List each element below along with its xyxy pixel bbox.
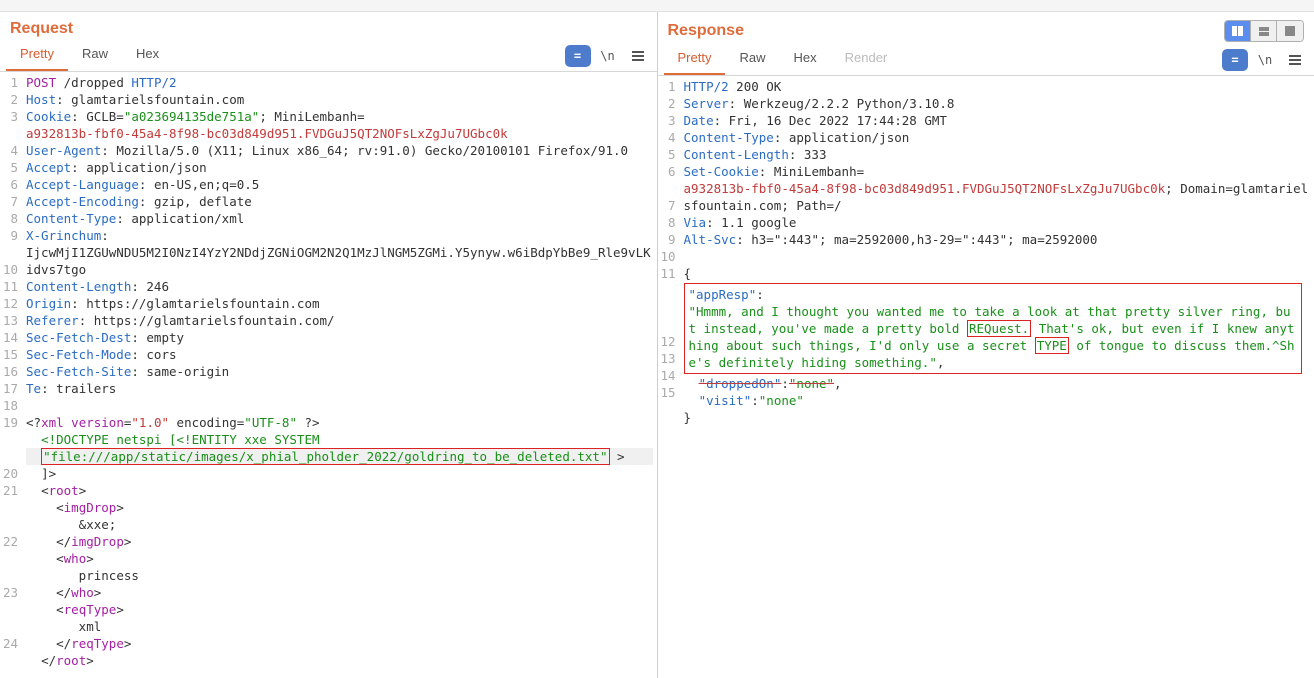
tab-pretty[interactable]: Pretty [6, 40, 68, 71]
hamburger-icon[interactable] [625, 45, 651, 67]
request-title: Request [10, 20, 73, 38]
newline-icon[interactable]: \n [595, 45, 621, 67]
response-pane: Response Pretty Raw Hex Render = \n 1234… [658, 12, 1314, 678]
layout-toggle [1224, 20, 1304, 42]
split-view: Request Pretty Raw Hex = \n 123456789101… [0, 12, 1314, 678]
tab-render[interactable]: Render [831, 44, 902, 75]
expand-icon[interactable]: = [565, 45, 591, 67]
newline-icon[interactable]: \n [1252, 49, 1278, 71]
hamburger-icon[interactable] [1282, 49, 1308, 71]
tab-hex[interactable]: Hex [122, 40, 173, 71]
request-pane: Request Pretty Raw Hex = \n 123456789101… [0, 12, 658, 678]
response-tabs: Pretty Raw Hex Render = \n [658, 44, 1314, 76]
window-toolbar [0, 0, 1314, 12]
tab-raw[interactable]: Raw [68, 40, 122, 71]
response-editor[interactable]: 123456789101112131415 HTTP/2 200 OKServe… [658, 76, 1314, 678]
tab-raw[interactable]: Raw [725, 44, 779, 75]
request-editor[interactable]: 123456789101112131415161718192021222324 … [0, 72, 657, 678]
layout-horizontal-split-button[interactable] [1251, 21, 1277, 41]
response-title: Response [668, 22, 744, 40]
layout-vertical-split-button[interactable] [1225, 21, 1251, 41]
expand-icon[interactable]: = [1222, 49, 1248, 71]
request-tabs: Pretty Raw Hex = \n [0, 40, 657, 72]
tab-hex[interactable]: Hex [779, 44, 830, 75]
tab-pretty[interactable]: Pretty [664, 44, 726, 75]
layout-single-button[interactable] [1277, 21, 1303, 41]
